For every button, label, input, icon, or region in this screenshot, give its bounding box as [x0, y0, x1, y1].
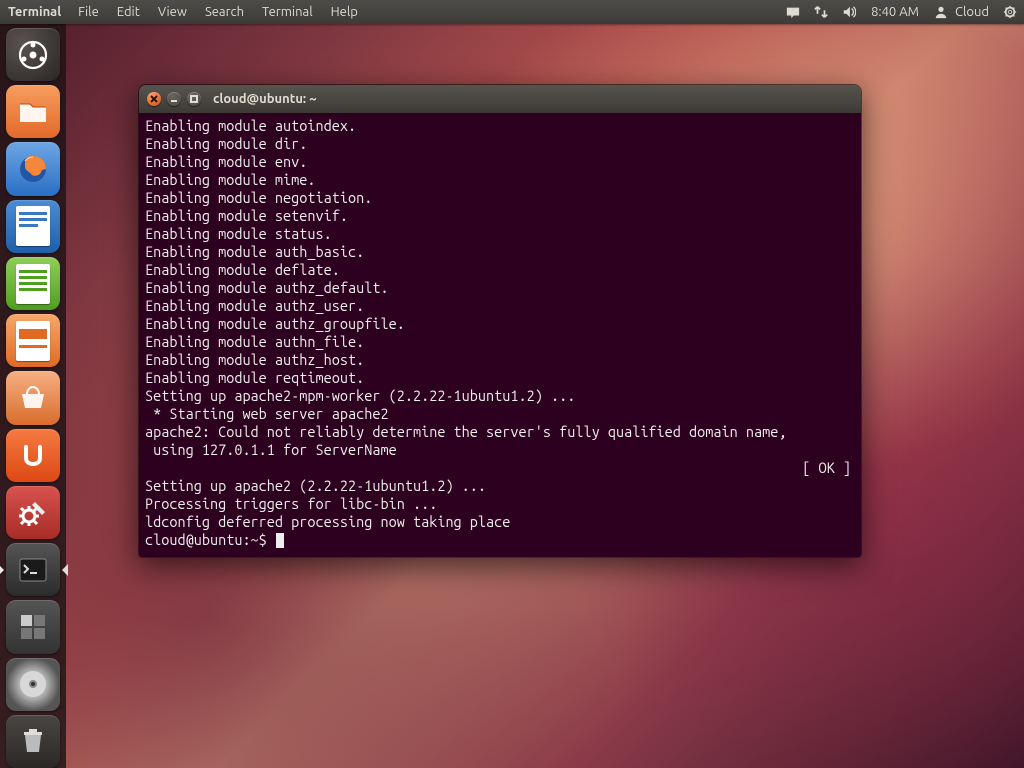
launcher-system-settings[interactable] — [6, 486, 60, 539]
launcher-dash-home[interactable] — [6, 28, 60, 81]
menu-help[interactable]: Help — [322, 0, 367, 24]
window-close-button[interactable] — [147, 92, 161, 106]
terminal-line: Processing triggers for libc-bin ... — [145, 495, 855, 513]
terminal-prompt-line[interactable]: cloud@ubuntu:~$ — [145, 531, 855, 549]
launcher-workspace-switcher[interactable] — [6, 600, 60, 653]
window-maximize-button[interactable] — [187, 92, 201, 106]
terminal-line: Setting up apache2 (2.2.22-1ubuntu1.2) .… — [145, 477, 855, 495]
top-menu-bar: Terminal File Edit View Search Terminal … — [0, 0, 1024, 24]
launcher-disc[interactable] — [6, 658, 60, 711]
launcher-trash[interactable] — [6, 715, 60, 768]
terminal-line: Enabling module env. — [145, 153, 855, 171]
launcher-software-center[interactable] — [6, 371, 60, 424]
terminal-line: ldconfig deferred processing now taking … — [145, 513, 855, 531]
menu-file[interactable]: File — [69, 0, 108, 24]
terminal-line: Enabling module negotiation. — [145, 189, 855, 207]
terminal-line: Enabling module status. — [145, 225, 855, 243]
menu-view[interactable]: View — [149, 0, 196, 24]
launcher-calc[interactable] — [6, 257, 60, 310]
terminal-line: Enabling module setenvif. — [145, 207, 855, 225]
terminal-line: Enabling module authz_default. — [145, 279, 855, 297]
window-title: cloud@ubuntu: ~ — [213, 92, 317, 106]
menu-search[interactable]: Search — [196, 0, 253, 24]
window-minimize-button[interactable] — [167, 92, 181, 106]
session-username: Cloud — [955, 0, 989, 24]
terminal-prompt: cloud@ubuntu:~$ — [145, 531, 275, 548]
terminal-line: Enabling module authz_user. — [145, 297, 855, 315]
terminal-line: Enabling module auth_basic. — [145, 243, 855, 261]
terminal-line: Setting up apache2-mpm-worker (2.2.22-1u… — [145, 387, 855, 405]
launcher-impress[interactable] — [6, 314, 60, 367]
terminal-window[interactable]: cloud@ubuntu: ~ Enabling module autoinde… — [138, 84, 862, 558]
terminal-line: Enabling module authz_groupfile. — [145, 315, 855, 333]
session-indicator[interactable]: Cloud — [927, 0, 996, 24]
terminal-line: using 127.0.1.1 for ServerName — [145, 441, 855, 459]
launcher-firefox[interactable] — [6, 142, 60, 195]
clock-indicator[interactable]: 8:40 AM — [863, 0, 927, 24]
terminal-line: Enabling module reqtimeout. — [145, 369, 855, 387]
running-pip-icon — [0, 566, 8, 574]
launcher-files[interactable] — [6, 85, 60, 138]
menu-edit[interactable]: Edit — [108, 0, 149, 24]
terminal-line: Enabling module dir. — [145, 135, 855, 153]
terminal-line: Enabling module autoindex. — [145, 117, 855, 135]
terminal-line: Enabling module mime. — [145, 171, 855, 189]
sound-indicator-icon[interactable] — [835, 5, 863, 19]
active-app-title: Terminal — [0, 5, 69, 19]
terminal-ok-line: [ OK ] — [145, 459, 855, 477]
terminal-line: apache2: Could not reliably determine th… — [145, 423, 855, 441]
terminal-output[interactable]: Enabling module autoindex.Enabling modul… — [139, 113, 861, 557]
menu-terminal[interactable]: Terminal — [253, 0, 322, 24]
terminal-cursor — [276, 533, 284, 548]
terminal-line: Enabling module authn_file. — [145, 333, 855, 351]
shutdown-indicator-icon[interactable] — [996, 5, 1024, 19]
terminal-line: Enabling module deflate. — [145, 261, 855, 279]
window-titlebar[interactable]: cloud@ubuntu: ~ — [139, 85, 861, 113]
launcher-writer[interactable] — [6, 200, 60, 253]
window-controls — [147, 92, 201, 106]
messaging-indicator-icon[interactable] — [779, 5, 807, 19]
network-indicator-icon[interactable] — [807, 5, 835, 19]
terminal-line: Enabling module authz_host. — [145, 351, 855, 369]
terminal-line: * Starting web server apache2 — [145, 405, 855, 423]
launcher-ubuntu-one[interactable] — [6, 429, 60, 482]
launcher-terminal[interactable] — [6, 543, 60, 596]
unity-launcher — [0, 24, 66, 768]
